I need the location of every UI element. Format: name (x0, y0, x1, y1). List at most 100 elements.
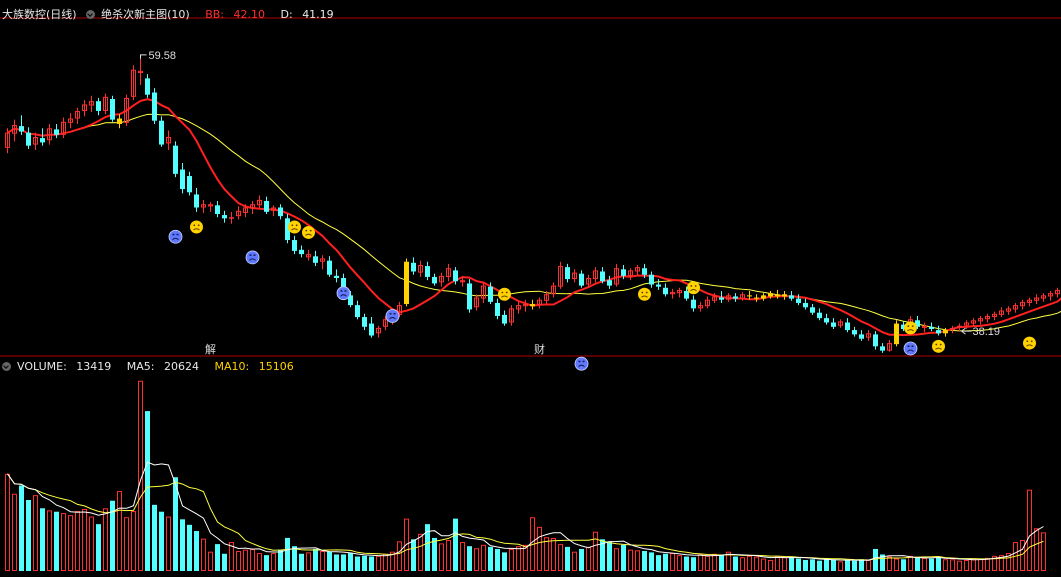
face-eye (646, 292, 648, 294)
volume-bar (859, 559, 864, 571)
candle-body (145, 78, 150, 94)
face-eye (940, 344, 942, 346)
volume-bar (299, 554, 304, 571)
volume-bar (817, 561, 822, 571)
candle (139, 59, 143, 85)
volume-bar (524, 545, 528, 570)
volume-bar (264, 555, 269, 571)
candle (663, 283, 668, 296)
candle-body (817, 313, 822, 318)
volume-bar (502, 552, 507, 571)
candle (782, 291, 787, 300)
chevron-down-icon[interactable] (2, 362, 11, 371)
candle (278, 204, 283, 219)
candle (334, 269, 339, 282)
volume-bar (237, 552, 241, 571)
candle (923, 322, 927, 332)
volume-bar (656, 555, 661, 571)
volume-bar (706, 556, 710, 570)
frown-face-icon (638, 288, 651, 301)
volume-readout[interactable]: VOLUME: 13419 (2, 360, 117, 373)
candle (237, 206, 241, 219)
volume-bar (90, 517, 94, 570)
face-eye (912, 325, 914, 327)
volume-bar (972, 560, 976, 571)
candle (167, 130, 171, 150)
candle (132, 65, 136, 100)
candle (1049, 291, 1053, 301)
volume-bar (13, 494, 17, 570)
volume-bar (495, 549, 500, 571)
candle-body (775, 294, 780, 296)
candle (579, 270, 584, 287)
candle (187, 172, 192, 196)
volume-bar (915, 558, 920, 571)
candle (699, 302, 703, 312)
chevron-down-icon[interactable] (86, 10, 95, 19)
candle (209, 202, 213, 212)
volume-bar (852, 561, 857, 571)
candle (706, 296, 710, 308)
candle (321, 255, 325, 269)
volume-bar (678, 556, 682, 571)
candle-body (607, 280, 612, 285)
candle (552, 282, 556, 297)
candle-body (215, 205, 220, 214)
candle-body (796, 299, 801, 303)
face-eye (583, 361, 585, 363)
indicator-name[interactable]: 绝杀次新主图(10) (86, 8, 196, 21)
volume-bar (488, 547, 493, 571)
candle-body (299, 250, 304, 254)
frown-face-icon (190, 221, 203, 234)
candle-body (222, 215, 227, 218)
low-label: 38.19 (973, 326, 1001, 338)
stock-name[interactable]: 大族数控(日线) (2, 8, 77, 21)
candle-body (110, 99, 115, 120)
face-eye (310, 230, 312, 232)
candle-body (19, 126, 24, 131)
volume-bar (965, 560, 969, 570)
face-markers (169, 221, 1036, 371)
volume-bar (398, 542, 402, 571)
volume-bar (944, 560, 948, 571)
candle-body (684, 291, 689, 299)
candle-body (230, 218, 234, 219)
face-disc (190, 221, 203, 234)
volume-bar (824, 559, 829, 571)
volume-bar (96, 524, 101, 571)
candle-body (453, 270, 458, 281)
candle-body (411, 263, 416, 272)
volume-bar (258, 554, 262, 571)
candle (979, 316, 983, 325)
candle-body (663, 288, 668, 295)
candle-body (880, 346, 885, 350)
candle-body (656, 285, 661, 287)
volume-bar (159, 512, 164, 571)
volume-bar (40, 508, 45, 571)
face-eye (390, 313, 392, 315)
candle (852, 327, 857, 337)
face-eye (173, 234, 175, 236)
volume-bar (48, 511, 52, 571)
ma10-readout: MA10: 15106 (215, 360, 300, 373)
candle (159, 116, 164, 146)
candle-body (152, 93, 157, 121)
candle-body (327, 261, 332, 275)
volume-bar (796, 559, 801, 571)
candle (467, 279, 472, 313)
candle-body (530, 304, 535, 306)
face-disc (337, 287, 350, 300)
face-eye (345, 290, 347, 292)
volume-bar (341, 554, 346, 571)
face-eye (1026, 340, 1028, 342)
candle (54, 124, 59, 138)
kline-chart[interactable]: 59.5838.19解财 (0, 0, 1061, 573)
volume-bar (244, 550, 248, 570)
candle-body (579, 274, 584, 286)
candle (230, 212, 234, 224)
volume-bar (552, 538, 556, 570)
high-marker-line (141, 55, 147, 59)
volume-bar (384, 554, 388, 570)
volume-bar (285, 538, 290, 571)
candle (1000, 307, 1004, 317)
